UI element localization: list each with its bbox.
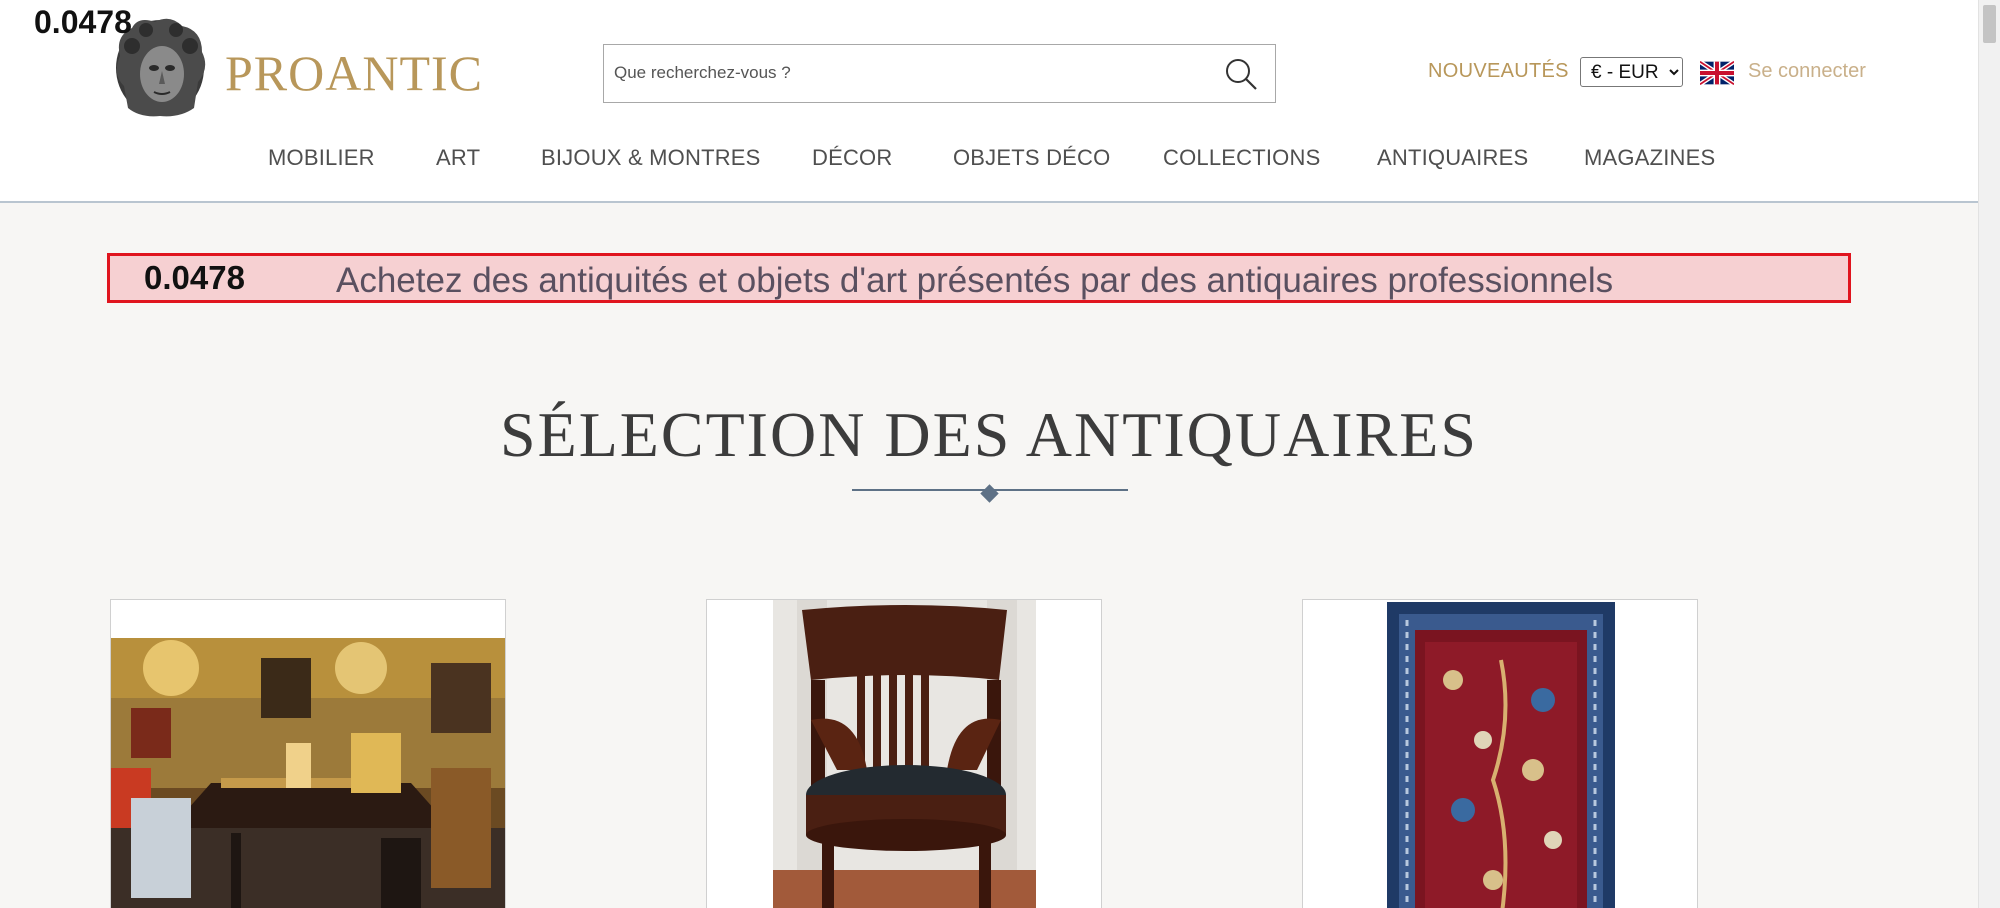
divider-ornament	[980, 484, 999, 503]
promo-banner: 0.0478 Achetez des antiquités et objets …	[107, 253, 1851, 303]
nav-item-art[interactable]: ART	[436, 145, 480, 171]
nav-item-bijoux-montres[interactable]: BIJOUX & MONTRES	[541, 145, 761, 171]
nav-item-magazines[interactable]: MAGAZINES	[1584, 145, 1715, 171]
search-icon[interactable]	[1223, 56, 1259, 92]
search-box	[603, 44, 1276, 103]
armchair-image[interactable]	[707, 600, 1102, 908]
currency-select[interactable]: € - EUR	[1580, 57, 1683, 87]
scrollbar-thumb[interactable]	[1983, 5, 1996, 43]
search-input[interactable]	[614, 45, 1214, 101]
page-scrollbar[interactable]	[1978, 0, 2000, 908]
nouveautes-link[interactable]: NOUVEAUTÉS	[1428, 60, 1569, 83]
dealer-card-3[interactable]	[1302, 599, 1698, 908]
uk-flag-icon[interactable]	[1700, 61, 1734, 85]
nav-item-collections[interactable]: COLLECTIONS	[1163, 145, 1320, 171]
antique-shop-image[interactable]	[111, 638, 506, 908]
dealer-card-1[interactable]	[110, 599, 506, 908]
nav-item-objets-deco[interactable]: OBJETS DÉCO	[953, 145, 1110, 171]
main-nav: MOBILIER ART BIJOUX & MONTRES DÉCOR OBJE…	[0, 145, 1978, 185]
nav-item-antiquaires[interactable]: ANTIQUAIRES	[1377, 145, 1528, 171]
nav-item-mobilier[interactable]: MOBILIER	[268, 145, 375, 171]
dealer-card-2[interactable]	[706, 599, 1102, 908]
site-header: 0.0478 PROANTIC NOUVEAUTÉS € - EUR Se co…	[0, 0, 1978, 203]
section-title: SÉLECTION DES ANTIQUAIRES	[500, 399, 1478, 470]
banner-text: Achetez des antiquités et objets d'art p…	[336, 261, 1614, 300]
overlay-score: 0.0478	[34, 4, 132, 40]
persian-rug-image[interactable]	[1303, 600, 1698, 908]
banner-score: 0.0478	[144, 259, 245, 296]
nav-item-decor[interactable]: DÉCOR	[812, 145, 892, 171]
brand-name[interactable]: PROANTIC	[225, 44, 483, 102]
login-link[interactable]: Se connecter	[1748, 60, 1866, 83]
